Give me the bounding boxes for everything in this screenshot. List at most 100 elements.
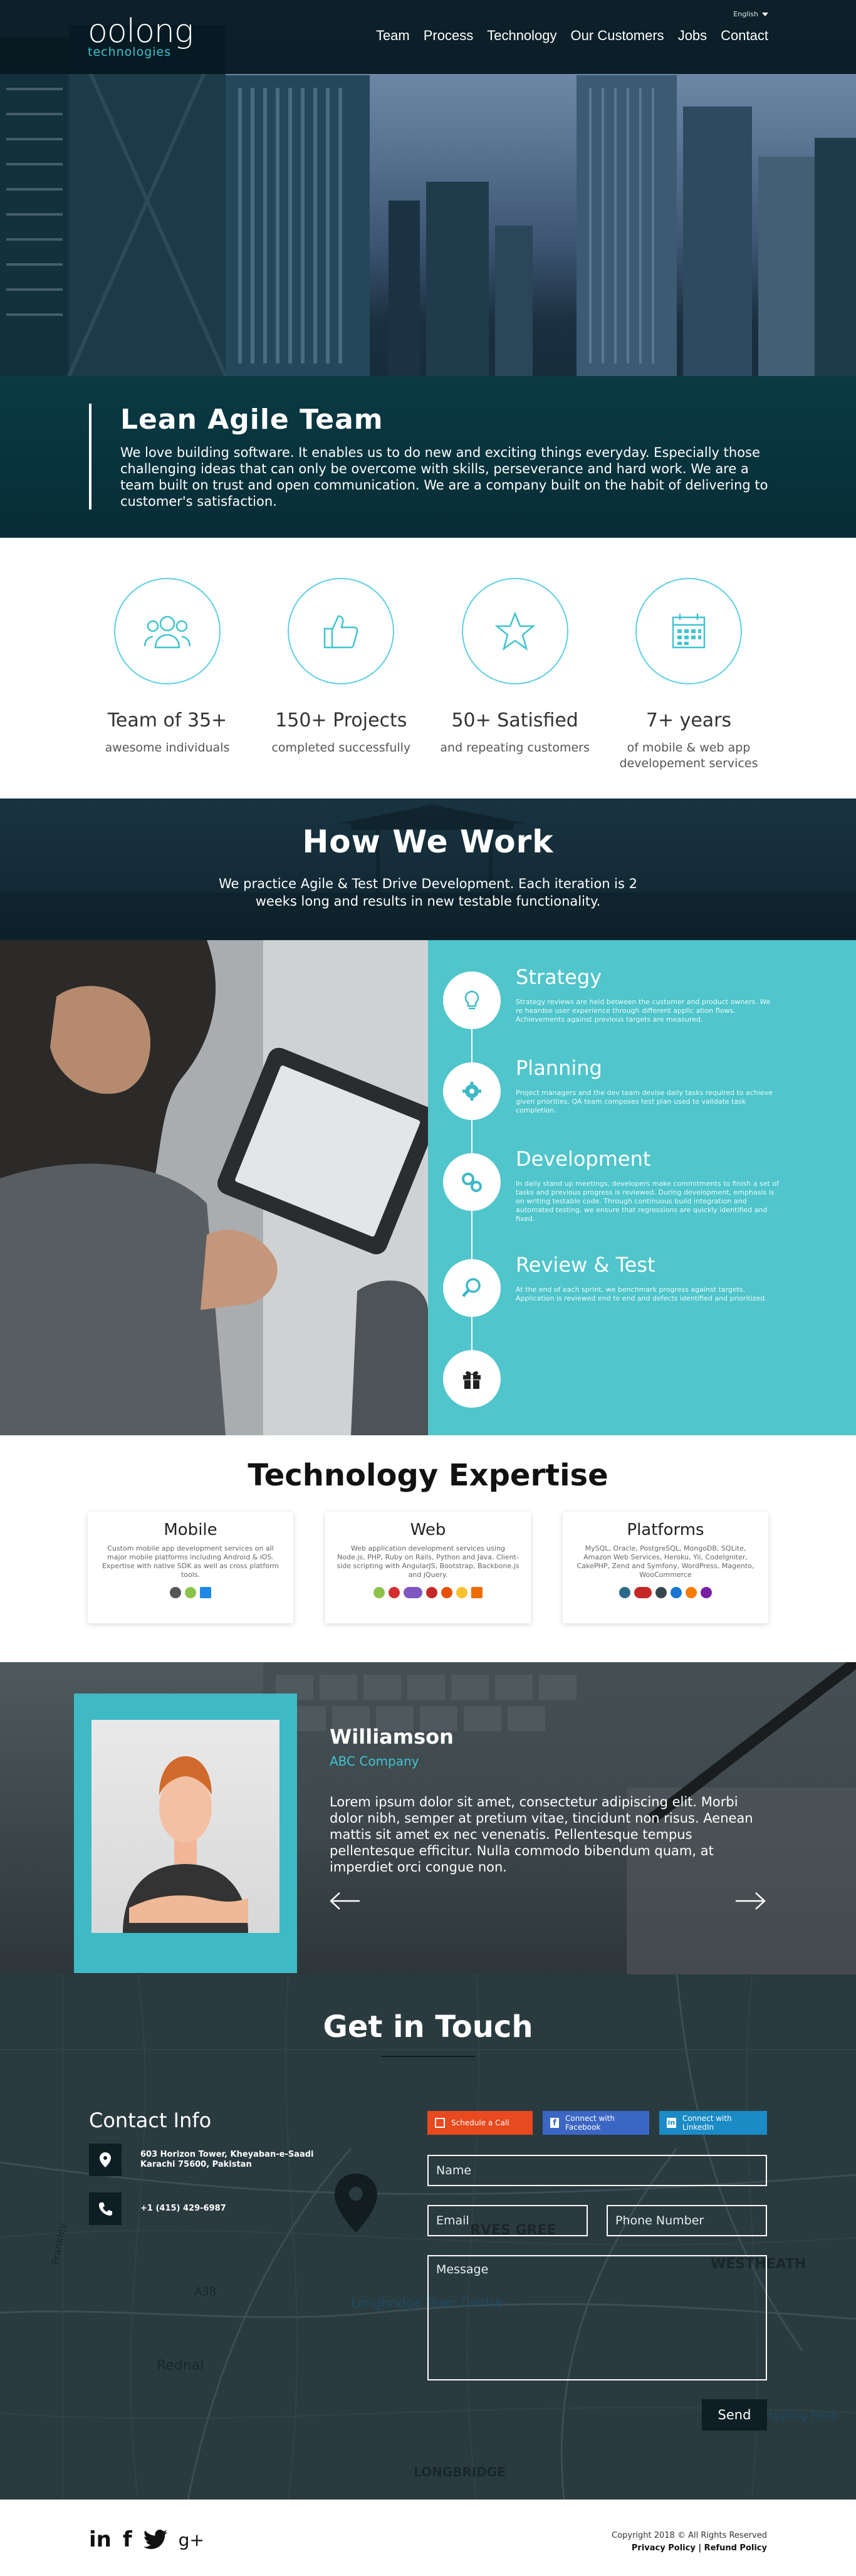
hero-content: Lean Agile Team We love building softwar… <box>89 404 772 510</box>
nav-technology[interactable]: Technology <box>487 28 556 44</box>
linkedin-connect-label: Connect with LinkedIn <box>682 2114 732 2132</box>
stat-years: 7+ years of mobile & web app developemen… <box>609 578 768 772</box>
schedule-call-label: Schedule a Call <box>451 2118 509 2127</box>
wordpress-icon <box>671 1587 682 1598</box>
stat-number: Team of 35+ <box>107 709 227 731</box>
search-icon[interactable] <box>443 1259 501 1317</box>
logo-main: oolong <box>88 13 194 50</box>
star-icon <box>461 578 568 684</box>
card-text: Custom mobile app development services o… <box>102 1544 279 1579</box>
hero-description: We love building software. It enables us… <box>120 445 768 509</box>
stat-label: completed successfully <box>271 741 411 755</box>
contact-address: 603 Horizon Tower, Kheyaban-e-Saadi Kara… <box>140 2150 314 2169</box>
stat-label: of mobile & web app developement service… <box>619 741 758 770</box>
step-title: Strategy <box>516 965 602 989</box>
stat-projects: 150+ Projects completed successfully <box>261 578 420 772</box>
map-label: A38 <box>194 2285 217 2298</box>
nav-contact[interactable]: Contact <box>721 28 768 44</box>
stat-number: 7+ years <box>645 709 732 731</box>
tech-card-web: Web Web application development services… <box>325 1512 531 1623</box>
email-input[interactable] <box>427 2205 588 2236</box>
facebook-icon[interactable]: f <box>123 2527 132 2552</box>
top-nav: oolong technologies English Team Process… <box>0 0 856 74</box>
nav-our-customers[interactable]: Our Customers <box>571 28 664 44</box>
oracle-icon <box>634 1587 652 1598</box>
refund-policy-link[interactable]: Refund Policy <box>704 2543 767 2553</box>
step-text: Strategy reviews are held between the cu… <box>516 998 771 1024</box>
contact-phone[interactable]: +1 (415) 429-6987 <box>140 2204 226 2214</box>
customer-name: Williamson <box>330 1725 454 1749</box>
process-section: Strategy Strategy reviews are held betwe… <box>0 940 856 1435</box>
postgresql-icon <box>655 1587 667 1598</box>
windows-icon <box>200 1587 211 1598</box>
map-label: Rednal <box>157 2358 204 2374</box>
google-plus-icon[interactable]: g+ <box>179 2530 204 2550</box>
stats-section: Team of 35+ awesome individuals 150+ Pro… <box>0 538 856 798</box>
phone-input[interactable] <box>607 2205 767 2236</box>
contact-section: RVES GREE WESTHEATH Longbridge Town Cent… <box>0 1974 856 2500</box>
facebook-icon: f <box>550 2118 560 2128</box>
arrow-right-icon[interactable] <box>734 1892 766 1910</box>
linkedin-icon[interactable]: in <box>89 2527 112 2552</box>
step-text: Project managers and the dev team devise… <box>516 1089 773 1114</box>
step-text: In daily stand up meetings, developers m… <box>516 1180 779 1223</box>
html5-icon <box>471 1587 483 1598</box>
footer: in f g+ Copyright 2018 © All Rights Rese… <box>0 2500 856 2576</box>
java-icon <box>441 1587 452 1598</box>
privacy-policy-link[interactable]: Privacy Policy <box>632 2543 696 2553</box>
nav-jobs[interactable]: Jobs <box>678 28 707 44</box>
customer-company: ABC Company <box>330 1754 419 1769</box>
facebook-connect-label: Connect with Facebook <box>565 2114 615 2132</box>
how-title: How We Work <box>302 824 554 860</box>
name-input[interactable] <box>427 2155 767 2186</box>
team-icon <box>114 578 221 684</box>
main-menu: Team Process Technology Our Customers Jo… <box>376 28 768 44</box>
stat-satisfied: 50+ Satisfied and repeating customers <box>436 578 595 772</box>
footer-legal: Copyright 2018 © All Rights Reserved Pri… <box>612 2530 767 2555</box>
rails-icon <box>426 1587 437 1598</box>
linkedin-connect-button[interactable]: in Connect with LinkedIn <box>659 2111 767 2135</box>
link-separator: | <box>698 2543 704 2553</box>
mysql-icon <box>619 1587 630 1598</box>
thumbs-up-icon <box>288 578 395 684</box>
tech-title: Technology Expertise <box>248 1458 608 1493</box>
stat-label: and repeating customers <box>440 741 590 755</box>
aws-icon <box>686 1587 697 1598</box>
nav-team[interactable]: Team <box>376 28 410 44</box>
android-icon <box>185 1587 196 1598</box>
card-text: Web application development services usi… <box>337 1544 519 1579</box>
process-step-strategy: Strategy Strategy reviews are held betwe… <box>428 965 856 1056</box>
gear-icon[interactable] <box>443 1062 501 1120</box>
card-text: MySQL, Oracle, PostgreSQL, MongoDB, SQLi… <box>577 1544 754 1579</box>
process-step-planning: Planning Project managers and the dev te… <box>428 1056 856 1147</box>
calendar-icon <box>435 2118 445 2128</box>
location-pin-icon <box>89 2144 122 2176</box>
message-textarea[interactable] <box>427 2255 767 2380</box>
technology-section: Technology Expertise Mobile Custom mobil… <box>0 1435 856 1662</box>
hero-title: Lean Agile Team <box>120 404 384 436</box>
send-button[interactable]: Send <box>702 2399 767 2431</box>
contact-info-title: Contact Info <box>89 2108 212 2132</box>
language-label: English <box>733 10 758 18</box>
web-tech-logos <box>337 1587 519 1598</box>
card-title: Mobile <box>164 1521 217 1539</box>
lightbulb-icon[interactable] <box>443 971 501 1029</box>
card-title: Web <box>410 1521 446 1539</box>
testimonial-section: Williamson ABC Company Lorem ipsum dolor… <box>0 1662 856 1974</box>
gift-icon[interactable] <box>443 1350 501 1408</box>
facebook-connect-button[interactable]: f Connect with Facebook <box>543 2111 649 2135</box>
schedule-call-button[interactable]: Schedule a Call <box>427 2111 533 2135</box>
language-select[interactable]: English <box>733 10 768 18</box>
woocommerce-icon <box>701 1587 712 1598</box>
contact-phone-row: +1 (415) 429-6987 <box>89 2192 226 2225</box>
social-links: in f g+ <box>89 2527 204 2552</box>
step-text: At the end of each sprint, we benchmark … <box>516 1285 767 1302</box>
twitter-icon[interactable] <box>143 2530 167 2550</box>
step-title: Planning <box>516 1056 602 1080</box>
contact-title: Get in Touch <box>323 2009 533 2045</box>
nav-process[interactable]: Process <box>424 28 473 44</box>
logo[interactable]: oolong technologies <box>88 13 194 59</box>
stat-team: Team of 35+ awesome individuals <box>88 578 247 772</box>
gears-icon[interactable] <box>443 1153 501 1211</box>
arrow-left-icon[interactable] <box>330 1892 361 1910</box>
